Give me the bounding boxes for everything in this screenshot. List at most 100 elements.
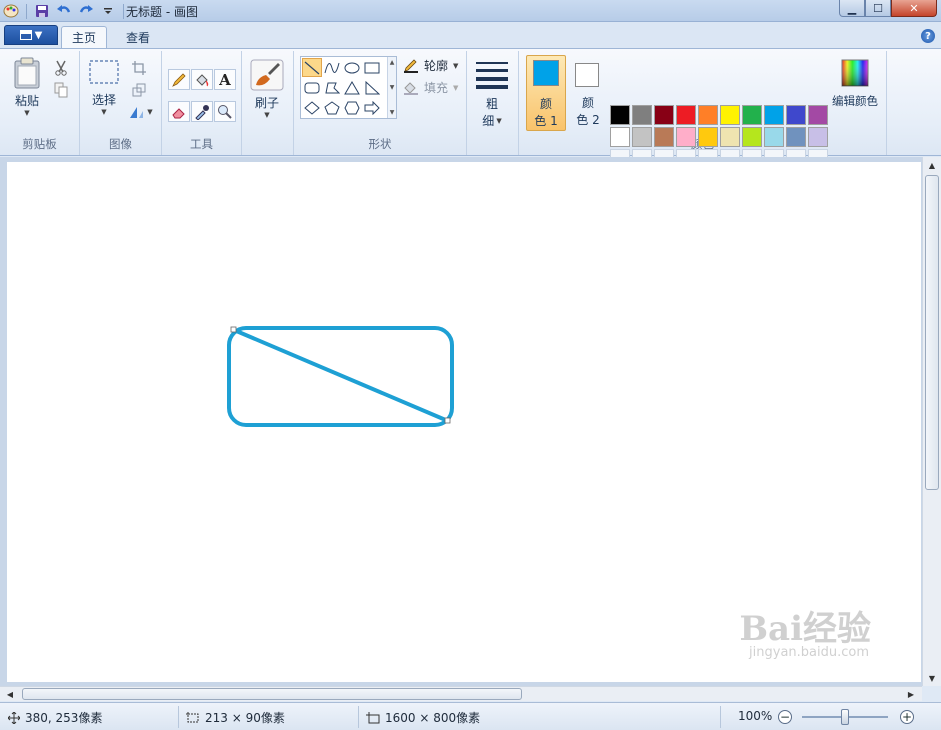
scroll-left-icon[interactable]: ◀ — [2, 687, 18, 701]
shape-pentagon[interactable] — [322, 98, 342, 117]
eraser-tool[interactable] — [168, 101, 190, 122]
redo-icon[interactable] — [77, 3, 95, 20]
tab-view[interactable]: 查看 — [116, 26, 160, 48]
palette-swatch[interactable] — [786, 127, 806, 147]
color-spectrum-icon — [841, 59, 869, 87]
brushes-button[interactable]: 刷子 ▼ — [250, 59, 284, 119]
scroll-up-icon[interactable]: ▲ — [923, 157, 941, 173]
shapes-scroll[interactable]: ▲ ▼ ▼ — [387, 57, 396, 118]
rotate-icon[interactable]: ▼ — [128, 103, 154, 121]
color-picker-tool[interactable] — [191, 101, 213, 122]
shape-right-arrow[interactable] — [362, 98, 382, 117]
cut-icon[interactable] — [52, 59, 70, 77]
pentagon-icon — [324, 100, 340, 114]
tools-group-label: 工具 — [190, 137, 213, 151]
edit-colors-button[interactable]: 编辑颜色 — [832, 59, 878, 109]
clipboard-group: 粘贴 ▼ 剪贴板 — [0, 51, 80, 155]
horizontal-scroll-thumb[interactable] — [22, 688, 522, 700]
paste-button[interactable]: 粘贴 ▼ — [12, 57, 42, 117]
tab-home[interactable]: 主页 — [61, 26, 108, 48]
palette-swatch[interactable] — [610, 127, 630, 147]
rounded-rectangle-icon — [304, 82, 320, 93]
color1-label-line2: 色 1 — [534, 114, 558, 128]
copy-icon[interactable] — [52, 81, 70, 99]
color1-button[interactable]: 颜 色 1 — [526, 55, 566, 131]
undo-icon[interactable] — [55, 3, 73, 20]
outline-dropdown[interactable]: 轮廓 ▼ — [403, 57, 458, 74]
fill-tool[interactable] — [191, 69, 213, 90]
shape-line[interactable] — [302, 58, 322, 77]
scroll-down-icon[interactable]: ▼ — [923, 670, 941, 686]
help-icon[interactable]: ? — [921, 29, 935, 43]
close-button[interactable]: ✕ — [891, 0, 937, 17]
status-separator — [358, 706, 359, 728]
palette-swatch[interactable] — [786, 105, 806, 125]
file-menu-button[interactable]: ▼ — [4, 25, 58, 45]
drawing-canvas[interactable]: Bai经验 jingyan.baidu.com — [7, 162, 921, 682]
chevron-down-icon[interactable]: ▼ — [390, 84, 395, 91]
pencil-tool[interactable] — [168, 69, 190, 90]
chevron-up-icon[interactable]: ▲ — [390, 59, 395, 66]
palette-swatch[interactable] — [764, 105, 784, 125]
text-tool[interactable]: A — [214, 69, 236, 90]
line-handle-end[interactable] — [444, 417, 451, 424]
ribbon: 粘贴 ▼ 剪贴板 选择 ▼ ▼ 图像 A 工具 刷子 ▼ 形状 ▲ ▼ ▼ 轮廓… — [0, 48, 941, 169]
paint-app-icon[interactable] — [2, 3, 20, 20]
shape-polygon[interactable] — [322, 78, 342, 97]
status-separator — [178, 706, 179, 728]
shape-right-triangle[interactable] — [362, 78, 382, 97]
palette-swatch[interactable] — [808, 105, 828, 125]
brush-icon — [250, 59, 284, 91]
palette-swatch[interactable] — [698, 127, 718, 147]
palette-swatch[interactable] — [654, 105, 674, 125]
scroll-right-icon[interactable]: ▶ — [903, 687, 919, 701]
tools-group: A 工具 — [162, 51, 242, 155]
palette-swatch[interactable] — [742, 127, 762, 147]
vertical-scroll-thumb[interactable] — [925, 175, 939, 490]
shape-diamond[interactable] — [302, 98, 322, 117]
maximize-button[interactable]: ☐ — [865, 0, 891, 17]
select-icon — [89, 60, 119, 84]
palette-swatch[interactable] — [676, 105, 696, 125]
palette-swatch[interactable] — [632, 127, 652, 147]
shape-oval[interactable] — [342, 58, 362, 77]
crop-icon[interactable] — [130, 59, 148, 77]
shape-triangle[interactable] — [342, 78, 362, 97]
triangle-icon — [344, 80, 360, 94]
color2-swatch — [575, 63, 599, 87]
palette-swatch[interactable] — [808, 127, 828, 147]
save-icon[interactable] — [33, 3, 51, 20]
palette-swatch[interactable] — [610, 105, 630, 125]
palette-swatch[interactable] — [742, 105, 762, 125]
color2-button[interactable]: 颜 色 2 — [571, 55, 605, 131]
zoom-in-button[interactable]: + — [900, 710, 914, 724]
line-handle-start[interactable] — [230, 326, 237, 333]
horizontal-scrollbar[interactable]: ◀ ▶ — [0, 686, 922, 701]
zoom-slider-thumb[interactable] — [841, 709, 849, 725]
palette-swatch[interactable] — [720, 127, 740, 147]
fill-dropdown[interactable]: 填充 ▼ — [403, 79, 458, 96]
color1-label-line1: 颜 — [539, 97, 552, 111]
palette-swatch[interactable] — [698, 105, 718, 125]
vertical-scrollbar[interactable]: ▲ ▼ — [922, 157, 941, 686]
magnifier-tool[interactable] — [214, 101, 236, 122]
palette-swatch[interactable] — [676, 127, 696, 147]
select-button[interactable]: 选择 ▼ — [88, 59, 120, 116]
shape-rectangle[interactable] — [362, 58, 382, 77]
image-group-label: 图像 — [109, 137, 132, 151]
customize-qat-icon[interactable] — [99, 3, 117, 20]
minimize-button[interactable]: ▁ — [839, 0, 865, 17]
expand-gallery-icon[interactable]: ▼ — [390, 109, 395, 116]
zoom-out-button[interactable]: − — [778, 710, 792, 724]
size-button[interactable]: 粗 细 ▼ — [475, 59, 509, 129]
palette-swatch[interactable] — [632, 105, 652, 125]
selection-size-text: 213 × 90像素 — [205, 711, 285, 725]
selection-size: 213 × 90像素 — [186, 709, 285, 726]
palette-swatch[interactable] — [720, 105, 740, 125]
shape-rounded-rectangle[interactable] — [302, 78, 322, 97]
palette-swatch[interactable] — [654, 127, 674, 147]
shape-hexagon[interactable] — [342, 98, 362, 117]
shape-curve[interactable] — [322, 58, 342, 77]
palette-swatch[interactable] — [764, 127, 784, 147]
resize-icon[interactable] — [130, 81, 148, 99]
